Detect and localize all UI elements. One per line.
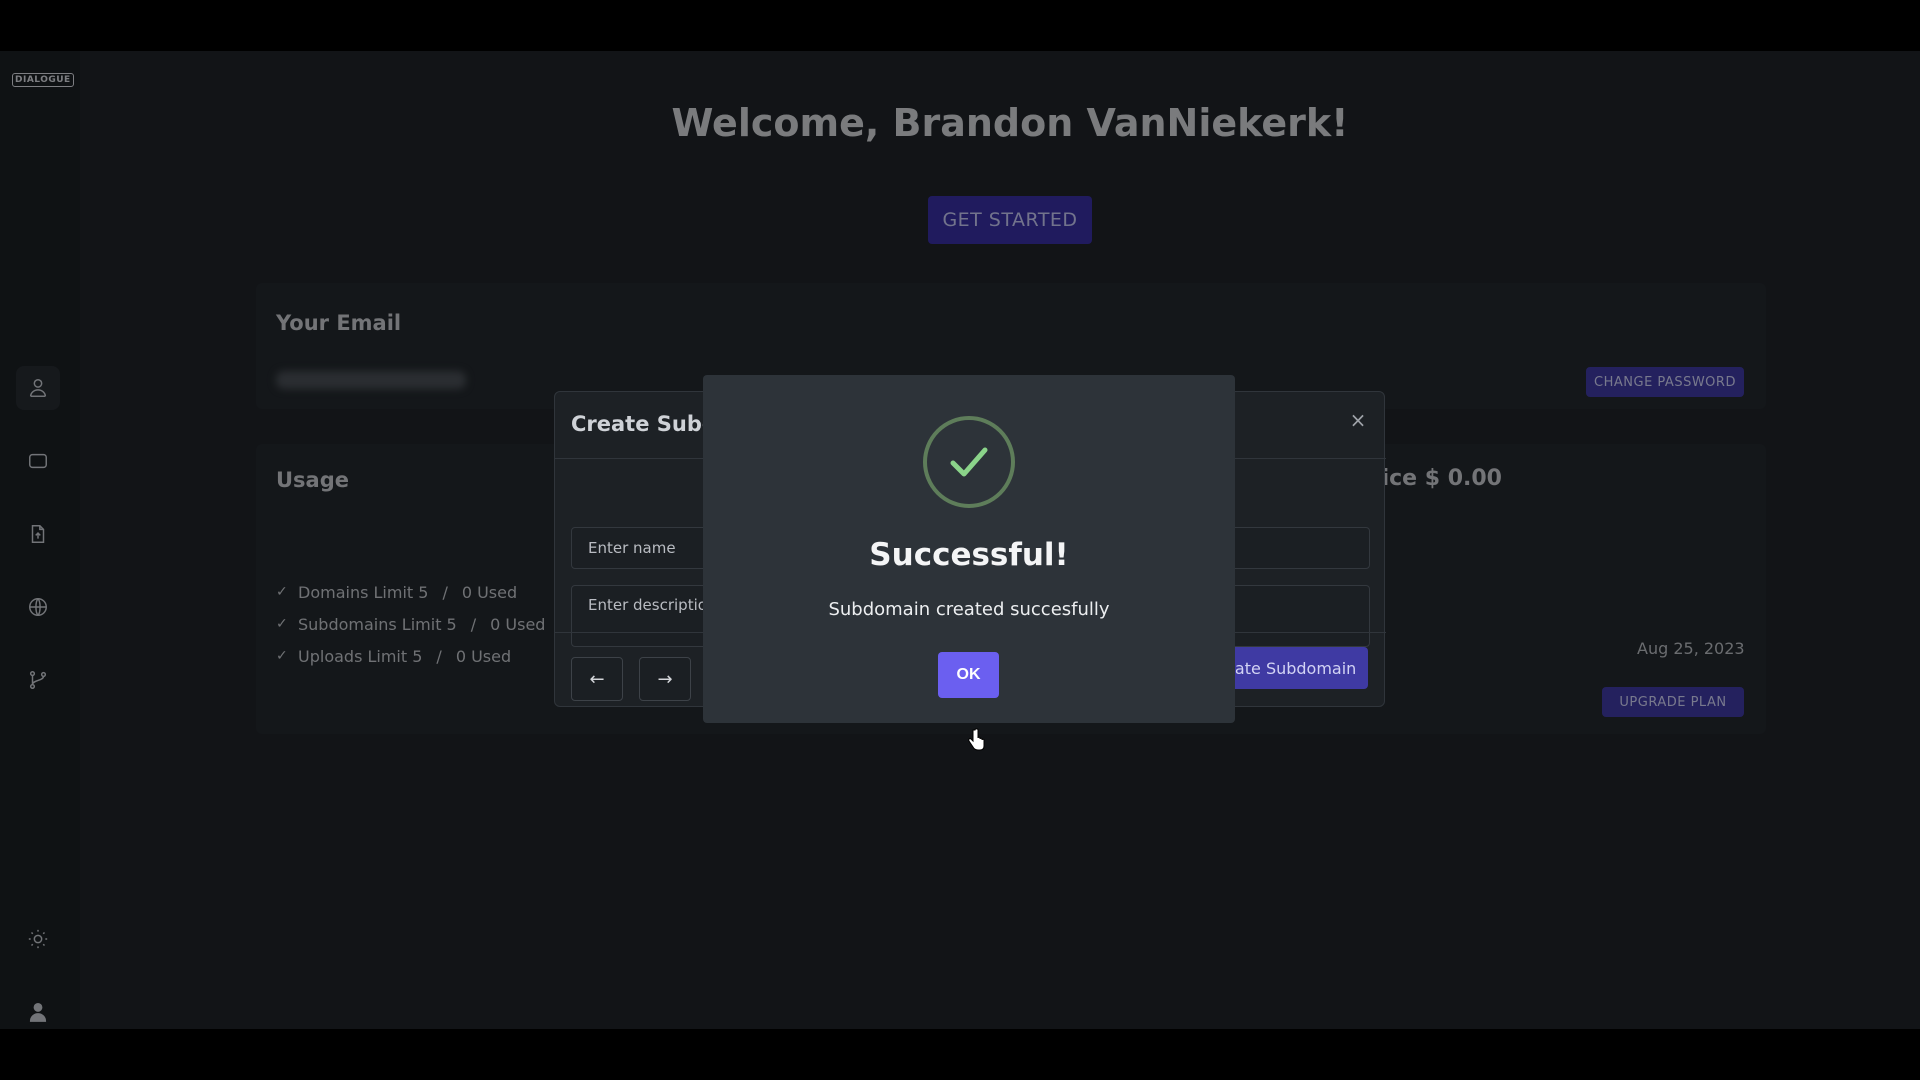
previous-button[interactable]: ←	[571, 657, 623, 701]
letterbox-top	[0, 0, 1920, 51]
app-window: DIALOGUE Welcome, Brandon VanNiekerk! GE…	[0, 51, 1920, 1029]
success-dialog: Successful! Subdomain created succesfull…	[703, 375, 1235, 723]
close-icon[interactable]: ×	[1346, 408, 1370, 432]
next-button[interactable]: →	[639, 657, 691, 701]
letterbox-bottom	[0, 1029, 1920, 1080]
pointer-cursor-icon	[968, 728, 985, 751]
success-check-icon	[923, 416, 1015, 508]
success-title: Successful!	[869, 537, 1069, 573]
ok-button[interactable]: OK	[938, 652, 999, 698]
success-message: Subdomain created succesfully	[828, 599, 1110, 620]
